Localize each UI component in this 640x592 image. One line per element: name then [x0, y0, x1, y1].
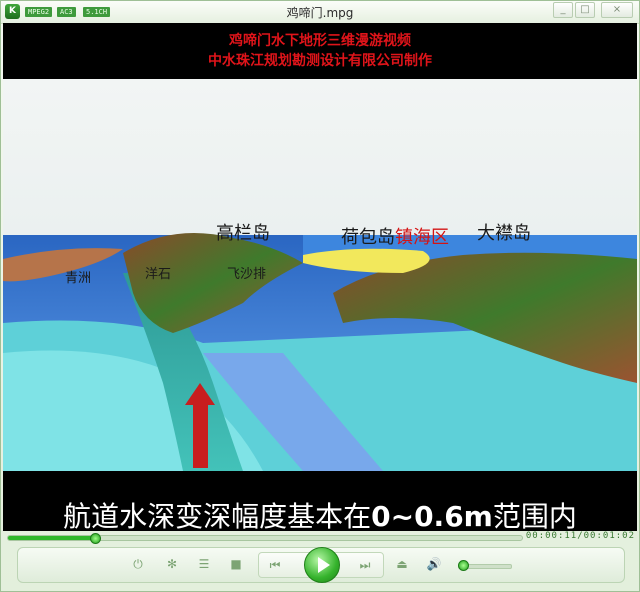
- place-label-feiyi: 飞沙排: [227, 267, 267, 282]
- minimize-button[interactable]: _: [553, 2, 573, 18]
- video-area[interactable]: 鸡啼门水下地形三维漫游视频 中水珠江规划勘测设计有限公司制作 高栏岛 荷包岛 镇…: [3, 23, 637, 531]
- video-frame-scene: [3, 79, 637, 471]
- window-title: 鸡啼门.mpg: [286, 6, 354, 20]
- subtitle-range: 0~0.6m: [371, 500, 493, 531]
- subtitle-prefix: 航道水深变深幅度基本在: [63, 500, 372, 531]
- top-caption-line-1: 鸡啼门水下地形三维漫游视频: [229, 33, 411, 49]
- place-label-hebao: 荷包岛: [341, 227, 395, 248]
- next-icon[interactable]: ⏭: [357, 557, 373, 573]
- place-label-gaolan: 高栏岛: [216, 223, 270, 244]
- restore-button[interactable]: □: [575, 2, 595, 18]
- place-label-qingzhou: 青洲: [65, 271, 92, 286]
- seek-bar[interactable]: [7, 533, 523, 544]
- eject-icon[interactable]: ⏏: [394, 556, 410, 572]
- seek-progress-fill: [8, 536, 96, 540]
- player-window: K MPEG2 AC3 5.1CH 鸡啼门.mpg _ □ × 鸡啼门水下地形三…: [0, 0, 640, 592]
- time-readout: 00:00:11/00:01:02: [525, 531, 635, 541]
- bottom-subtitle: 航道水深变深幅度基本在0~0.6m范围内: [3, 495, 637, 531]
- settings-icon[interactable]: ✻: [164, 556, 180, 572]
- seek-handle[interactable]: [90, 533, 102, 544]
- place-label-jinhai: 镇海区: [395, 227, 449, 248]
- prev-icon[interactable]: ⏮: [267, 557, 283, 573]
- power-icon[interactable]: ⏻: [130, 556, 146, 572]
- place-label-dajin: 大襟岛: [477, 223, 531, 244]
- control-bar: ⏻ ✻ ☰ ■ ⏮ ⏭ ⏏ 🔊: [17, 547, 625, 583]
- playlist-icon[interactable]: ☰: [196, 556, 212, 572]
- top-caption-line-2: 中水珠江规划勘测设计有限公司制作: [208, 53, 432, 69]
- close-button[interactable]: ×: [601, 2, 633, 18]
- place-label-shishi: 洋石: [145, 267, 172, 282]
- stop-icon[interactable]: ■: [228, 556, 244, 572]
- title-bar[interactable]: K MPEG2 AC3 5.1CH 鸡啼门.mpg _ □ ×: [1, 1, 639, 24]
- volume-icon[interactable]: 🔊: [426, 556, 442, 572]
- play-button[interactable]: [304, 547, 340, 583]
- subtitle-suffix: 范围内: [492, 500, 577, 531]
- seek-bar-row: 00:00:11/00:01:02: [1, 531, 640, 545]
- volume-handle[interactable]: [458, 560, 470, 571]
